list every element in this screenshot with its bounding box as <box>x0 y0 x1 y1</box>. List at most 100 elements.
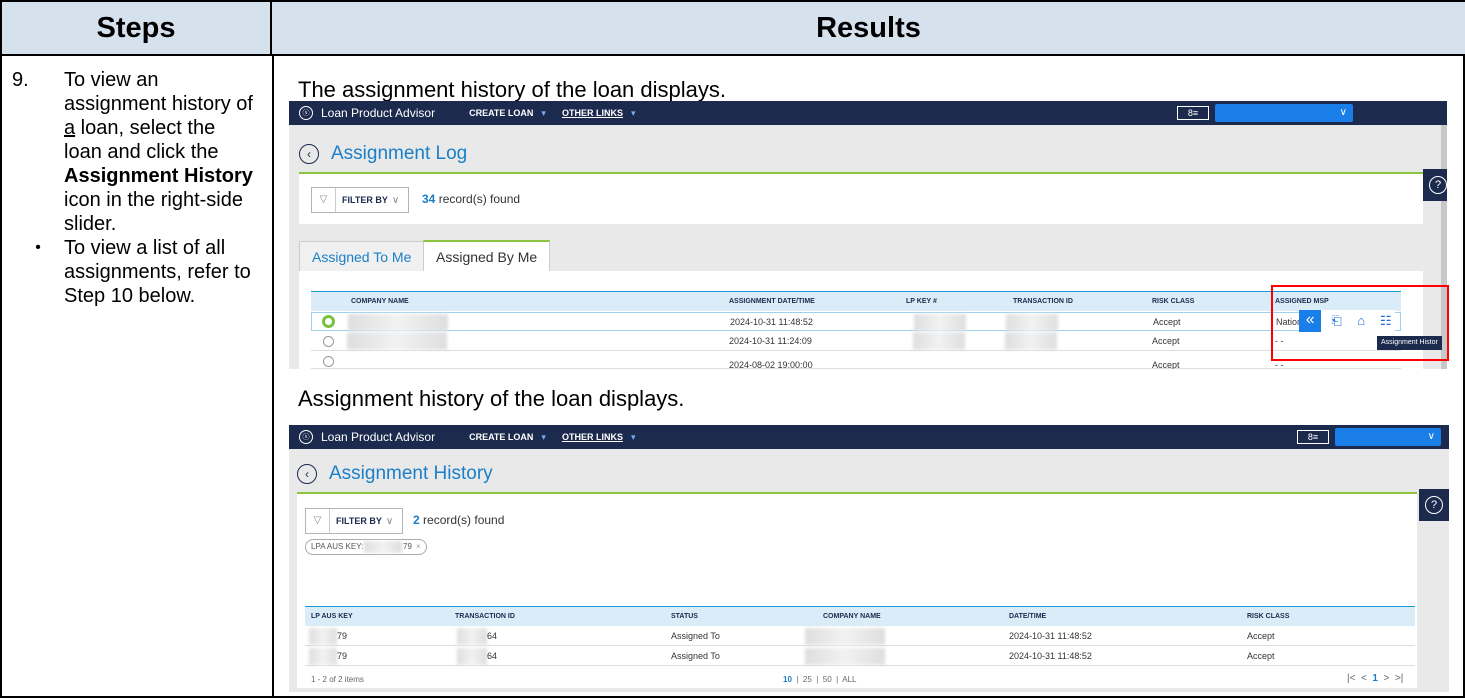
step-text-part: icon in the right-side slider. <box>64 189 243 235</box>
page-title: ‹ Assignment Log <box>299 143 467 165</box>
back-icon[interactable]: ‹ <box>297 464 317 484</box>
step-number: 9. <box>12 69 29 91</box>
col-risk-class[interactable]: RISK CLASS <box>1247 607 1289 627</box>
help-button[interactable]: ? <box>1423 169 1447 201</box>
col-lp-aus-key[interactable]: LP AUS KEY <box>311 607 353 627</box>
user-menu[interactable]: ∨ <box>1335 428 1441 446</box>
profile-icon[interactable]: 8≡ <box>1297 430 1329 444</box>
col-risk-class[interactable]: RISK CLASS <box>1152 292 1194 312</box>
app-name[interactable]: Loan Product Advisor <box>321 430 435 444</box>
row-radio[interactable] <box>322 315 335 328</box>
records-count: 2 <box>413 513 420 527</box>
redacted-company <box>347 332 447 350</box>
current-page[interactable]: 1 <box>1372 673 1378 684</box>
chevron-down-icon[interactable]: ▾ <box>631 108 636 119</box>
result-caption-2: Assignment history of the loan displays. <box>298 386 685 411</box>
table-row[interactable]: 2024-10-31 11:48:52 Accept Nation <box>311 312 1401 331</box>
nav-other-links[interactable]: OTHER LINKS <box>562 432 623 442</box>
chevron-down-icon[interactable]: ▾ <box>631 432 636 443</box>
records-suffix: record(s) found <box>435 192 521 206</box>
cell-risk: Accept <box>1153 317 1181 327</box>
page-size-selector: 10 | 25 | 50 | ALL <box>783 675 856 684</box>
help-button[interactable]: ? <box>1419 489 1449 521</box>
top-nav: ⓢ Loan Product Advisor CREATE LOAN ▾ OTH… <box>289 425 1449 449</box>
col-company-name[interactable]: COMPANY NAME <box>823 607 881 627</box>
last-page-icon[interactable]: >| <box>1395 673 1403 684</box>
grid-header: LP AUS KEY TRANSACTION ID STATUS COMPANY… <box>305 606 1415 626</box>
chevron-down-icon: ∨ <box>385 515 394 527</box>
top-nav: ⓢ Loan Product Advisor CREATE LOAN ▾ OTH… <box>289 101 1447 125</box>
records-found: 2 record(s) found <box>413 513 504 527</box>
col-lp-key[interactable]: LP KEY # <box>906 292 937 312</box>
next-page-icon[interactable]: > <box>1384 673 1390 684</box>
redacted-key <box>364 541 402 553</box>
nav-other-links[interactable]: OTHER LINKS <box>562 108 623 118</box>
page-title-text: Assignment Log <box>331 143 468 164</box>
page-size-separator: | <box>796 675 799 684</box>
step-item: 9. To view an assignment history of a lo… <box>12 68 264 236</box>
back-icon[interactable]: ‹ <box>299 144 319 164</box>
row-radio[interactable] <box>323 356 334 367</box>
chevron-down-icon: ∨ <box>391 194 400 206</box>
bullet-icon: • <box>35 239 41 256</box>
cell-status: Assigned To <box>671 651 720 661</box>
prev-page-icon[interactable]: < <box>1361 673 1367 684</box>
row-radio[interactable] <box>323 336 334 347</box>
nav-create-loan[interactable]: CREATE LOAN <box>469 108 533 118</box>
cell-datetime: 2024-10-31 11:48:52 <box>730 317 813 327</box>
filter-by-button[interactable]: ▽ FILTER BY ∨ <box>305 508 403 534</box>
redacted-company <box>805 648 885 665</box>
chip-label: LPA AUS KEY: <box>311 542 364 551</box>
funnel-icon: ▽ <box>312 188 336 212</box>
cell-datetime: 2024-08-02 19:00:00 <box>729 360 813 369</box>
chevron-down-icon[interactable]: ▾ <box>541 108 546 119</box>
col-datetime[interactable]: DATE/TIME <box>1009 607 1046 627</box>
bullet-text: To view a list of all assignments, refer… <box>64 237 251 307</box>
cell-transaction-id: 64 <box>487 651 498 661</box>
filter-panel: ▽ FILTER BY ∨ 34 record(s) found <box>299 172 1423 224</box>
page-size-option[interactable]: 25 <box>803 675 812 684</box>
table-row[interactable]: 2024-08-02 19:00:00 Accept - - <box>311 352 1401 369</box>
first-page-icon[interactable]: |< <box>1347 673 1355 684</box>
pagination: |< < 1 > >| <box>1347 673 1403 684</box>
col-transaction-id[interactable]: TRANSACTION ID <box>455 607 515 627</box>
tab-assigned-to-me[interactable]: Assigned To Me <box>299 241 425 271</box>
redacted-transaction-id <box>1005 332 1057 350</box>
chevron-down-icon[interactable]: ▾ <box>541 432 546 443</box>
records-count: 34 <box>422 192 436 206</box>
redacted-transaction-id <box>1006 314 1058 331</box>
grid-header: COMPANY NAME ASSIGNMENT DATE/TIME LP KEY… <box>311 291 1401 311</box>
page-size-option[interactable]: ALL <box>842 675 856 684</box>
page-size-option[interactable]: 10 <box>783 675 792 684</box>
step-text-part: loan, select the loan and click the <box>64 117 219 163</box>
cell-status: Assigned To <box>671 631 720 641</box>
app-name[interactable]: Loan Product Advisor <box>321 106 435 120</box>
redacted-transaction-id <box>457 648 487 665</box>
filter-label: FILTER BY <box>336 516 382 526</box>
cell-risk: Accept <box>1152 336 1180 346</box>
col-transaction-id[interactable]: TRANSACTION ID <box>1013 292 1073 312</box>
cell-risk: Accept <box>1152 360 1180 369</box>
filter-by-button[interactable]: ▽ FILTER BY ∨ <box>311 187 409 213</box>
filter-label: FILTER BY <box>342 195 388 205</box>
col-status[interactable]: STATUS <box>671 607 698 627</box>
close-icon[interactable]: × <box>416 540 421 554</box>
history-panel: ▽ FILTER BY ∨ 2 record(s) found LPA AUS … <box>297 492 1417 688</box>
table-row[interactable]: 2024-10-31 11:24:09 Accept - - <box>311 332 1401 351</box>
col-assignment-datetime[interactable]: ASSIGNMENT DATE/TIME <box>729 292 815 312</box>
page-size-separator: | <box>836 675 839 684</box>
step-text-underlined: a <box>64 117 76 139</box>
tab-assigned-by-me[interactable]: Assigned By Me <box>423 240 551 271</box>
filter-chip[interactable]: LPA AUS KEY: 79 × <box>305 539 427 555</box>
col-company-name[interactable]: COMPANY NAME <box>351 292 409 312</box>
bullet-item: • To view a list of all assignments, ref… <box>12 236 264 308</box>
table-row[interactable]: 79 64 Assigned To 2024-10-31 11:48:52 Ac… <box>305 627 1415 646</box>
records-found: 34 record(s) found <box>422 192 520 206</box>
page-size-option[interactable]: 50 <box>823 675 832 684</box>
cell-key: 79 <box>337 651 348 661</box>
user-menu[interactable]: ∨ <box>1215 104 1353 122</box>
table-row[interactable]: 79 64 Assigned To 2024-10-31 11:48:52 Ac… <box>305 647 1415 666</box>
profile-icon[interactable]: 8≡ <box>1177 106 1209 120</box>
redacted-company <box>805 628 885 645</box>
nav-create-loan[interactable]: CREATE LOAN <box>469 432 533 442</box>
